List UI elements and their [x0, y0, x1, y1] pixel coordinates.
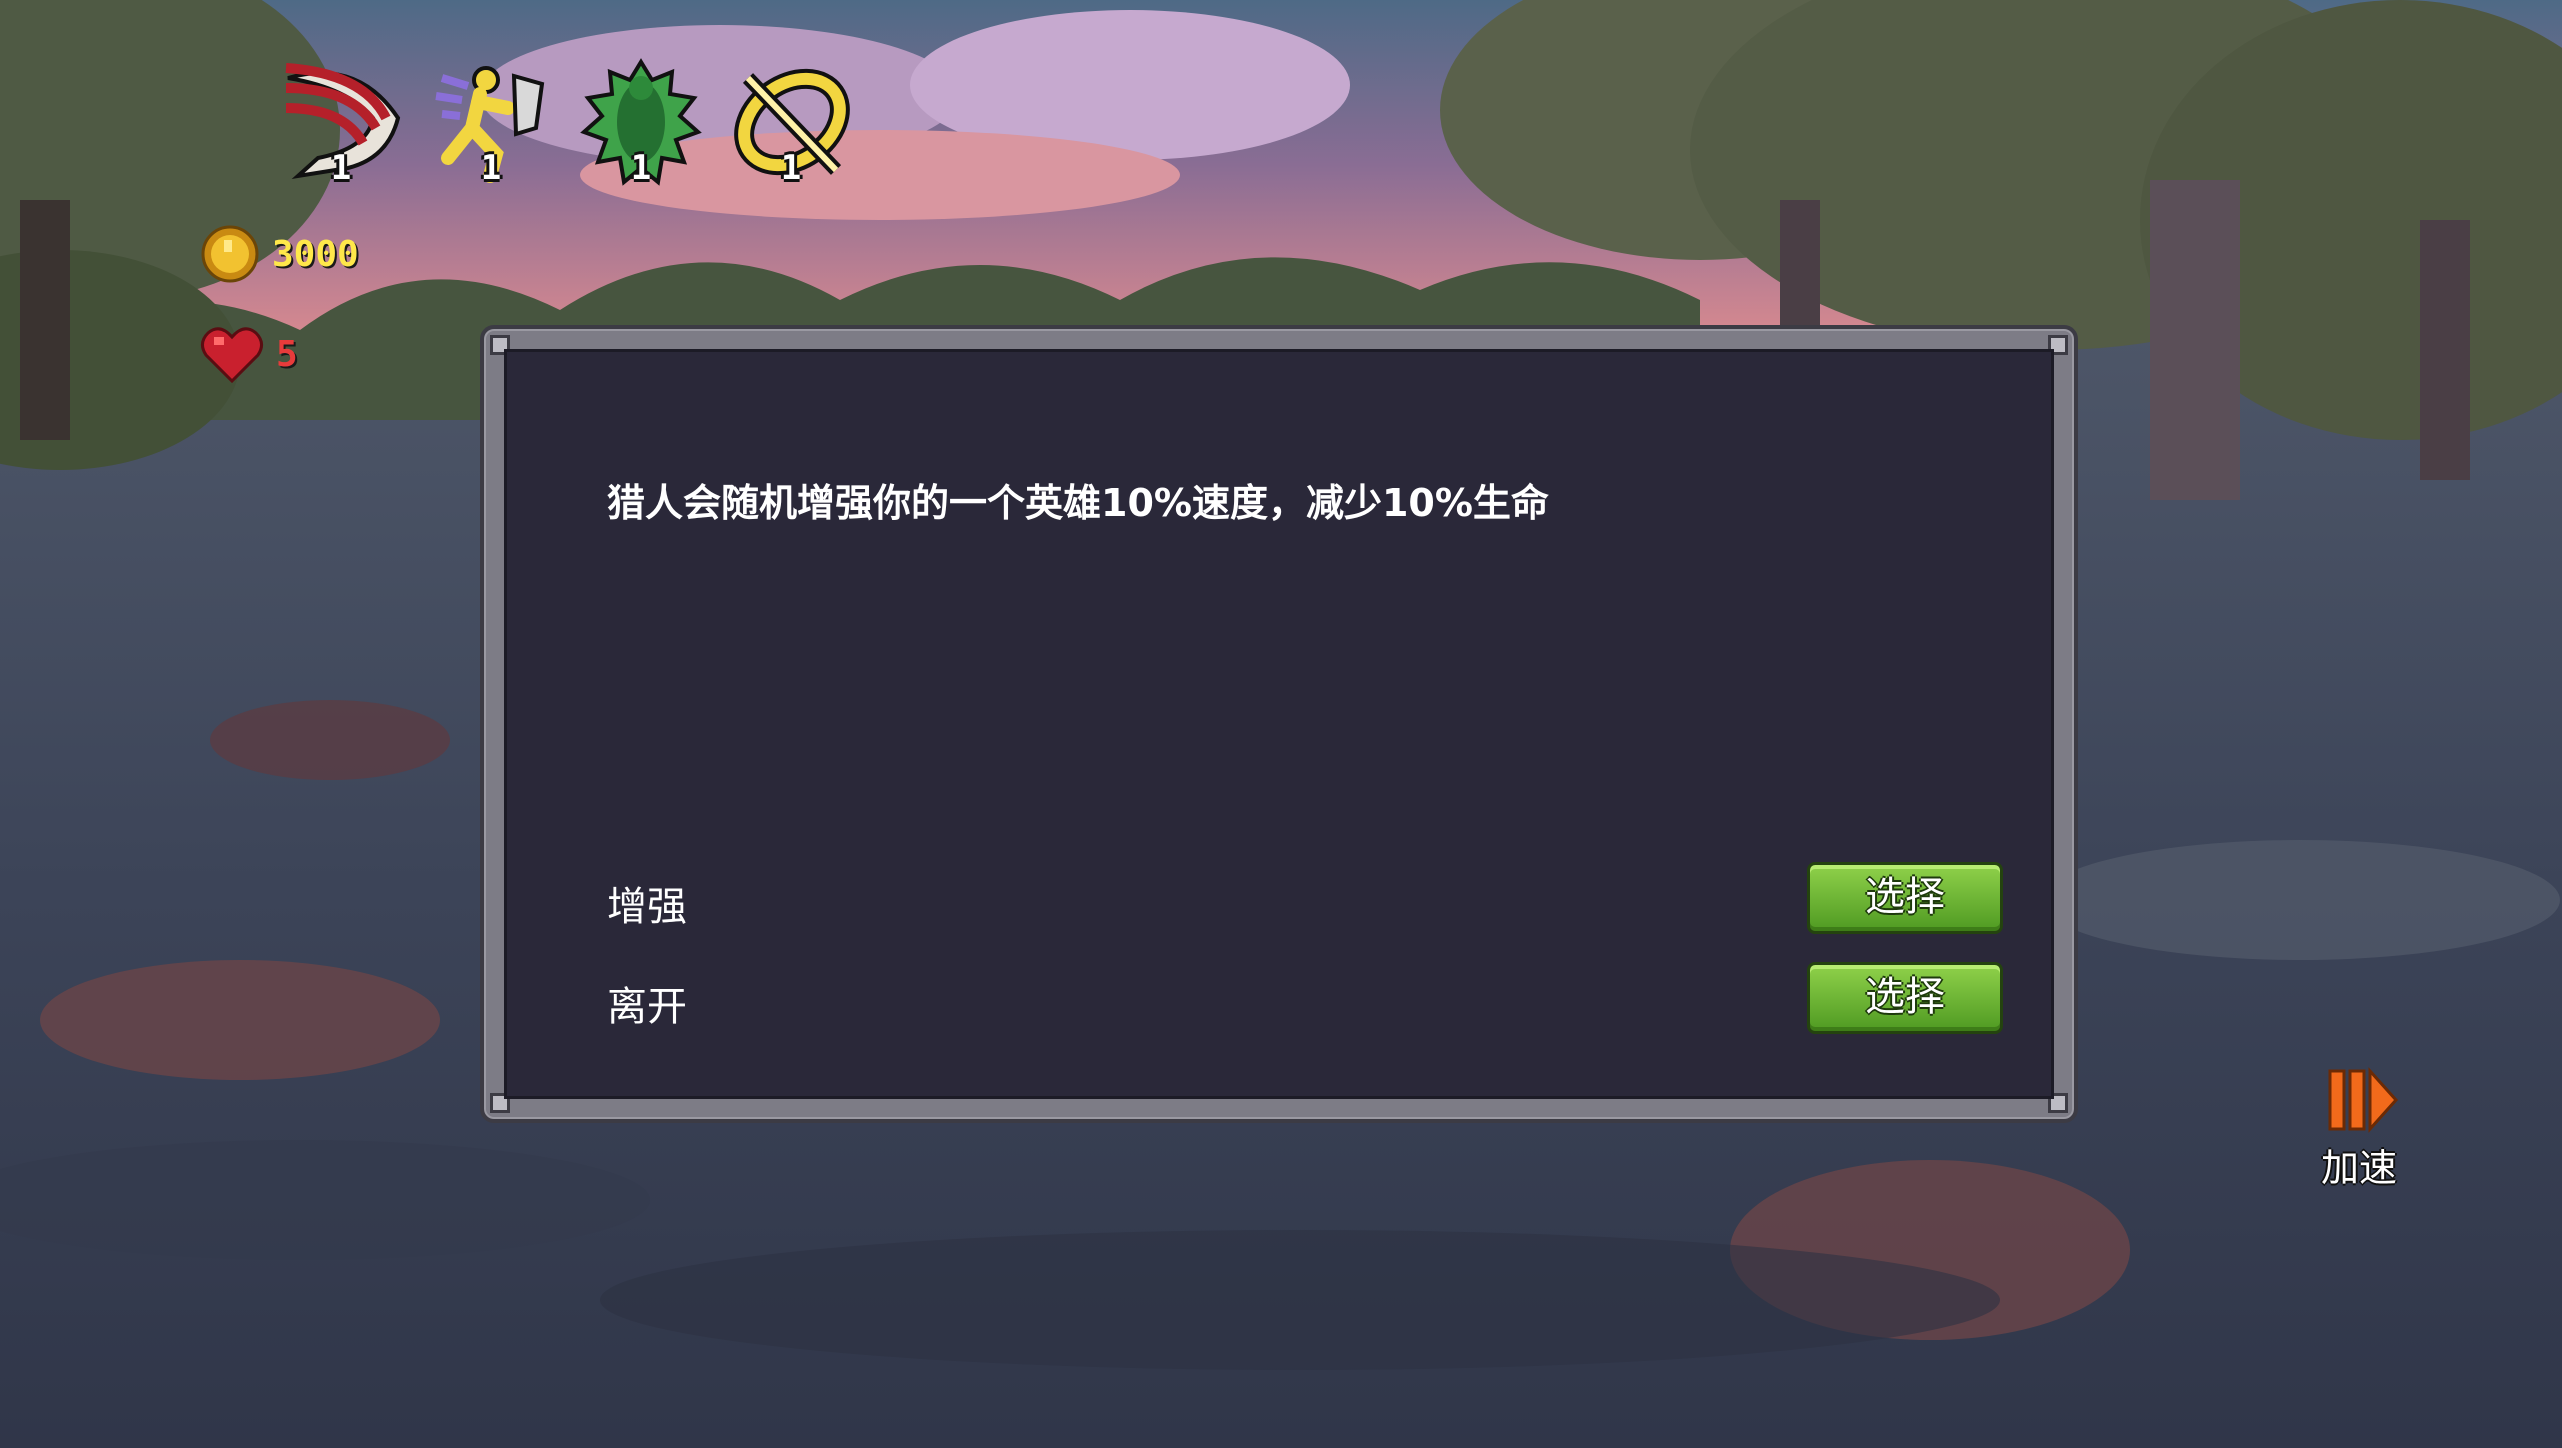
buff-slot-3[interactable]: 1 [578, 58, 704, 188]
speed-up-button[interactable]: 加速 [2300, 1065, 2418, 1195]
event-dialog: 猎人会随机增强你的一个英雄10%速度，减少10%生命 增强 选择 离开 选择 [480, 325, 2078, 1123]
gold-coin-icon [201, 225, 259, 283]
option-label-enhance: 增强 [607, 884, 687, 930]
select-leave-button[interactable]: 选择 [1807, 962, 2003, 1034]
speed-up-label: 加速 [2320, 1146, 2397, 1190]
buff-slot-4[interactable]: 1 [728, 58, 854, 188]
dialog-panel: 猎人会随机增强你的一个英雄10%速度，减少10%生命 增强 选择 离开 选择 [504, 349, 2054, 1099]
fast-forward-icon [2328, 1067, 2399, 1133]
gold-counter: 3000 [200, 224, 359, 284]
buff-count: 1 [780, 148, 802, 188]
buff-slot-2[interactable]: 1 [428, 58, 554, 188]
lives-value: 5 [276, 333, 298, 375]
select-enhance-button[interactable]: 选择 [1807, 862, 2003, 934]
event-description: 猎人会随机增强你的一个英雄10%速度，减少10%生命 [607, 481, 1549, 525]
option-label-leave: 离开 [607, 984, 687, 1030]
gold-value: 3000 [272, 233, 359, 275]
buff-count: 1 [480, 148, 502, 188]
buff-slot-1[interactable]: 1 [278, 58, 404, 188]
buff-count: 1 [630, 148, 652, 188]
buff-count: 1 [330, 148, 352, 188]
heart-icon [201, 327, 263, 383]
lives-counter: 5 [200, 325, 298, 383]
